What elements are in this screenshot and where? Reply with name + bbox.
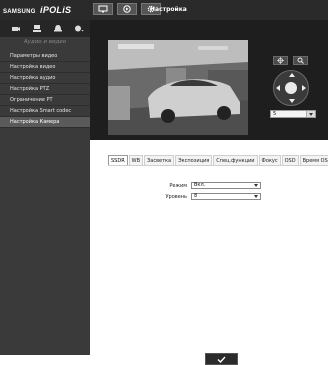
ptz-right-arrow-icon[interactable]	[302, 85, 306, 91]
app-logo: SAMSUNG iPOLiS	[3, 5, 71, 15]
level-row: Уровень 8	[90, 193, 328, 201]
level-label: Уровень	[165, 194, 187, 200]
sidebar-item-video-setup[interactable]: Настройка видео	[0, 62, 90, 73]
sidebar-item-audio-setup[interactable]: Настройка аудио	[0, 73, 90, 84]
sidebar-menu: Параметры видео Настройка видео Настройк…	[0, 51, 90, 128]
main-panel: 5 SSDR WB Засветка Экспозиция Спец.функц…	[90, 20, 328, 365]
mode-value: Вкл.	[194, 182, 206, 188]
preset-value: 5	[273, 111, 277, 117]
tab-wb[interactable]: WB	[128, 155, 144, 165]
sidebar-item-video-profile[interactable]: Параметры видео	[0, 51, 90, 62]
ptz-home-button[interactable]	[273, 56, 288, 65]
tab-focus[interactable]: Фокус	[258, 155, 281, 165]
ptz-zoom-button[interactable]	[293, 56, 308, 65]
sidebar-category-bar	[0, 20, 90, 37]
mode-row: Режим Вкл.	[90, 182, 328, 190]
preset-select[interactable]: 5	[270, 110, 316, 118]
sidebar-section-title: Аудио и видео	[23, 39, 67, 45]
sidebar-item-ptz-setup[interactable]: Настройка PTZ	[0, 84, 90, 95]
chevron-down-icon	[254, 184, 258, 187]
playback-button[interactable]	[117, 3, 137, 15]
camera-icon[interactable]	[11, 24, 21, 33]
magnifier-icon	[297, 57, 304, 64]
tab-ssdr[interactable]: SSDR	[108, 155, 128, 165]
breadcrumb: Настройка	[150, 6, 187, 13]
alarm-icon[interactable]	[53, 24, 63, 33]
ptz-center-button[interactable]	[285, 82, 297, 94]
top-bar: SAMSUNG iPOLiS Настройка	[0, 0, 328, 20]
live-video-frame	[108, 40, 248, 135]
camera-setup-tabs: SSDR WB Засветка Экспозиция Спец.функции…	[108, 155, 328, 165]
live-video	[108, 40, 248, 135]
checkmark-icon	[217, 356, 226, 363]
monitor-icon	[98, 5, 108, 13]
playback-icon	[123, 5, 131, 13]
chevron-down-icon	[306, 111, 315, 117]
ptz-control-wheel[interactable]	[273, 70, 309, 106]
level-value: 8	[194, 193, 198, 199]
network-icon[interactable]	[32, 24, 42, 33]
crosshair-icon	[277, 57, 284, 64]
chevron-down-icon	[254, 195, 258, 198]
tab-exposure[interactable]: Экспозиция	[175, 155, 213, 165]
ptz-up-arrow-icon[interactable]	[289, 73, 295, 77]
sidebar: Аудио и видео Параметры видео Настройка …	[0, 20, 90, 355]
sidebar-item-pt-limit[interactable]: Ограничение PT	[0, 95, 90, 106]
system-icon[interactable]	[74, 24, 84, 33]
level-select[interactable]: 8	[191, 193, 261, 200]
video-area: 5	[90, 20, 328, 140]
tab-special[interactable]: Спец.функции	[213, 155, 258, 165]
mode-select[interactable]: Вкл.	[191, 182, 261, 189]
sidebar-item-smart-codec[interactable]: Настройка Smart codec	[0, 106, 90, 117]
product-name: iPOLiS	[40, 5, 72, 15]
live-view-button[interactable]	[93, 3, 113, 15]
sidebar-item-camera-setup[interactable]: Настройка Камера	[0, 117, 90, 128]
ptz-down-arrow-icon[interactable]	[289, 99, 295, 103]
ptz-left-arrow-icon[interactable]	[276, 85, 280, 91]
mode-label: Режим	[169, 183, 187, 189]
tab-divider	[108, 165, 328, 166]
tab-osd[interactable]: OSD	[281, 155, 299, 165]
tab-osd-time[interactable]: Время OSD	[299, 155, 328, 165]
brand-name: SAMSUNG	[3, 9, 36, 15]
tab-backlight[interactable]: Засветка	[144, 155, 175, 165]
